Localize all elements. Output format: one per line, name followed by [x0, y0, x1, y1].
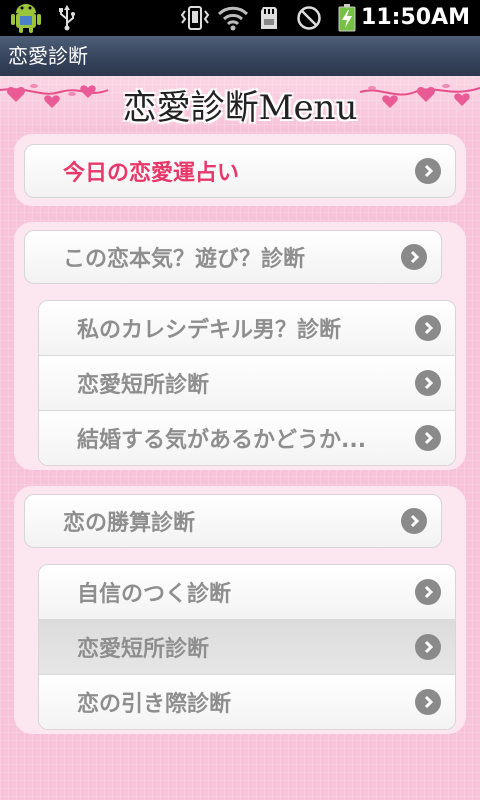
app-title-bar: 恋愛診断 [0, 36, 480, 76]
list-item-label: 恋愛短所診断 [77, 373, 210, 398]
menu-title: 恋愛診断Menu [122, 88, 358, 128]
chevron-right-icon [415, 689, 441, 715]
panel3-item-list: 自信のつく診断 恋愛短所診断 恋の引き際診断 [38, 564, 456, 730]
list-item-label: 恋の引き際診断 [77, 692, 232, 717]
list-item-label: 結婚する気があるかどうか... [77, 428, 367, 453]
chevron-right-icon [401, 244, 427, 270]
list-item-label: 私のカレシデキル男？診断 [77, 318, 342, 343]
serious-or-play-diagnosis-button[interactable]: この恋本気？遊び？診断 [24, 230, 442, 284]
sdcard-icon [256, 0, 282, 36]
list-item-love-weakness[interactable]: 恋愛短所診断 [39, 356, 455, 411]
chevron-right-icon [401, 508, 427, 534]
list-item-confidence-diagnosis[interactable]: 自信のつく診断 [39, 565, 455, 620]
chevron-right-icon [415, 579, 441, 605]
chevron-right-icon [415, 315, 441, 341]
panel2-item-list: 私のカレシデキル男？診断 恋愛短所診断 結婚する気があるかどうか... [38, 300, 456, 466]
chevron-right-icon [415, 370, 441, 396]
list-item-breakup-timing[interactable]: 恋の引き際診断 [39, 675, 455, 729]
vibrate-icon [178, 0, 212, 36]
list-item-marriage-intent[interactable]: 結婚する気があるかどうか... [39, 411, 455, 465]
usb-icon [54, 0, 80, 36]
daily-love-fortune-button[interactable]: 今日の恋愛運占い [24, 144, 456, 198]
list-item-label: 自信のつく診断 [77, 582, 232, 607]
wifi-icon [216, 0, 250, 36]
clock-time: 11:50AM [361, 5, 470, 30]
status-bar: 11:50AM [0, 0, 480, 36]
love-odds-label: 恋の勝算診断 [63, 511, 196, 536]
panel-daily-fortune: 今日の恋愛運占い [14, 134, 466, 206]
app-title: 恋愛診断 [8, 44, 88, 68]
list-item-label: 恋愛短所診断 [77, 637, 210, 662]
daily-love-fortune-label: 今日の恋愛運占い [63, 161, 240, 186]
battery-charging-icon [334, 0, 360, 36]
chevron-right-icon [415, 158, 441, 184]
love-odds-diagnosis-button[interactable]: 恋の勝算診断 [24, 494, 442, 548]
no-sim-icon [294, 0, 324, 36]
chevron-right-icon [415, 425, 441, 451]
list-item-boyfriend-diagnosis[interactable]: 私のカレシデキル男？診断 [39, 301, 455, 356]
serious-or-play-label: この恋本気？遊び？診断 [63, 247, 306, 272]
chevron-right-icon [415, 634, 441, 660]
list-item-love-weakness-selected[interactable]: 恋愛短所診断 [39, 620, 455, 675]
android-icon [8, 0, 44, 36]
